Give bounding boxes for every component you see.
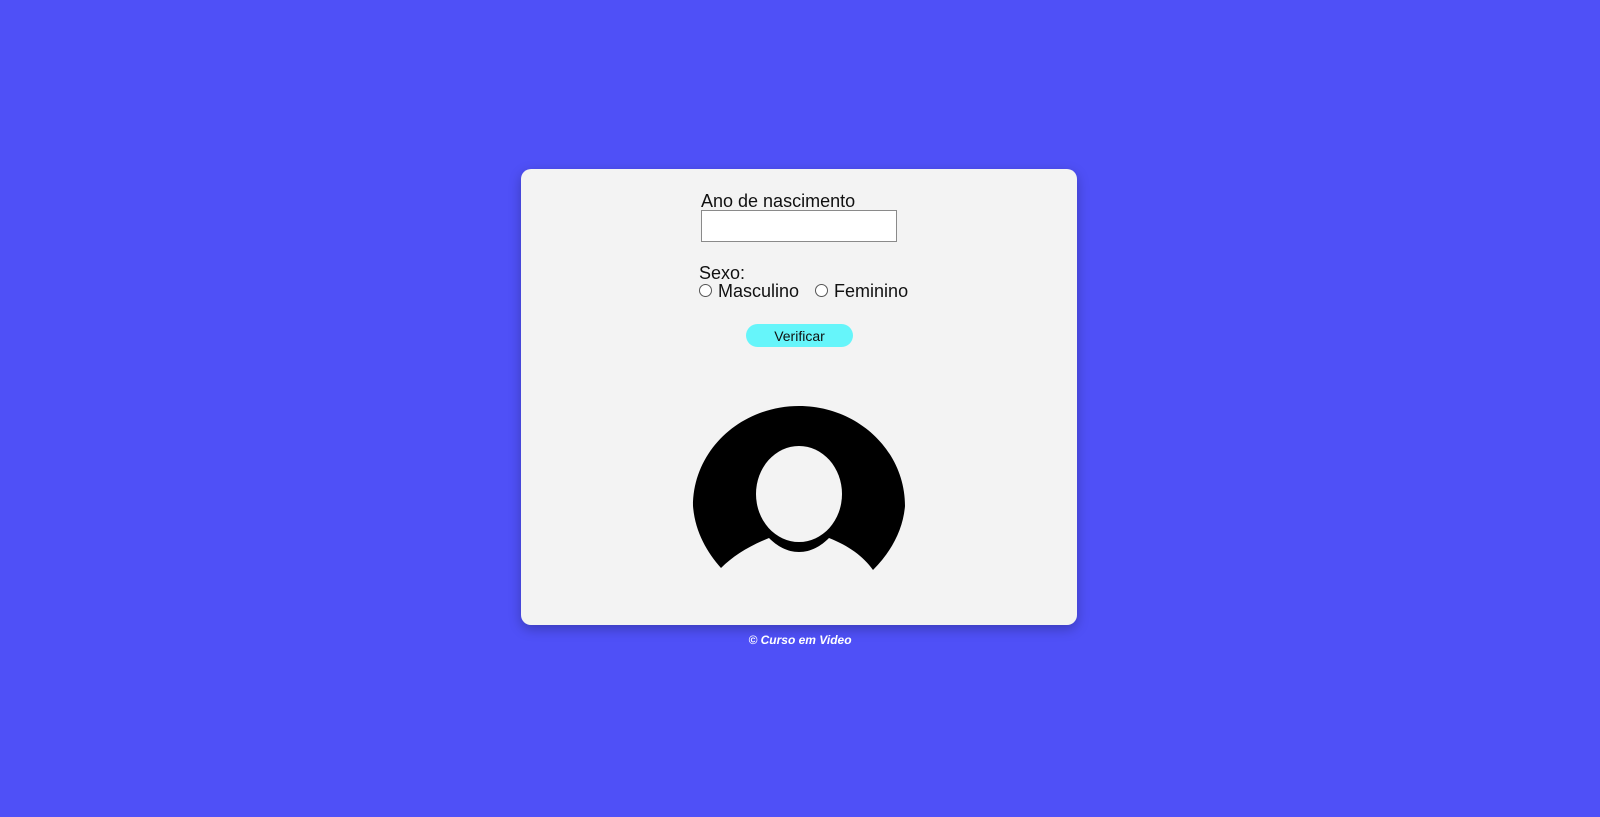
sex-radio-group: Masculino Feminino (699, 281, 908, 302)
radio-male-circle[interactable] (699, 284, 712, 297)
form-card: Ano de nascimento Sexo: Masculino Femini… (521, 169, 1077, 625)
verify-button[interactable]: Verificar (746, 324, 853, 347)
copyright-footer: © Curso em Video (748, 633, 852, 647)
user-avatar-icon (693, 406, 905, 570)
radio-male[interactable]: Masculino (699, 281, 799, 302)
radio-female-label: Feminino (834, 281, 909, 301)
birth-year-label: Ano de nascimento (701, 191, 856, 211)
radio-female[interactable]: Feminino (815, 281, 908, 302)
radio-female-circle[interactable] (815, 284, 829, 297)
birth-year-input[interactable] (701, 210, 897, 242)
radio-male-label: Masculino (718, 281, 800, 301)
